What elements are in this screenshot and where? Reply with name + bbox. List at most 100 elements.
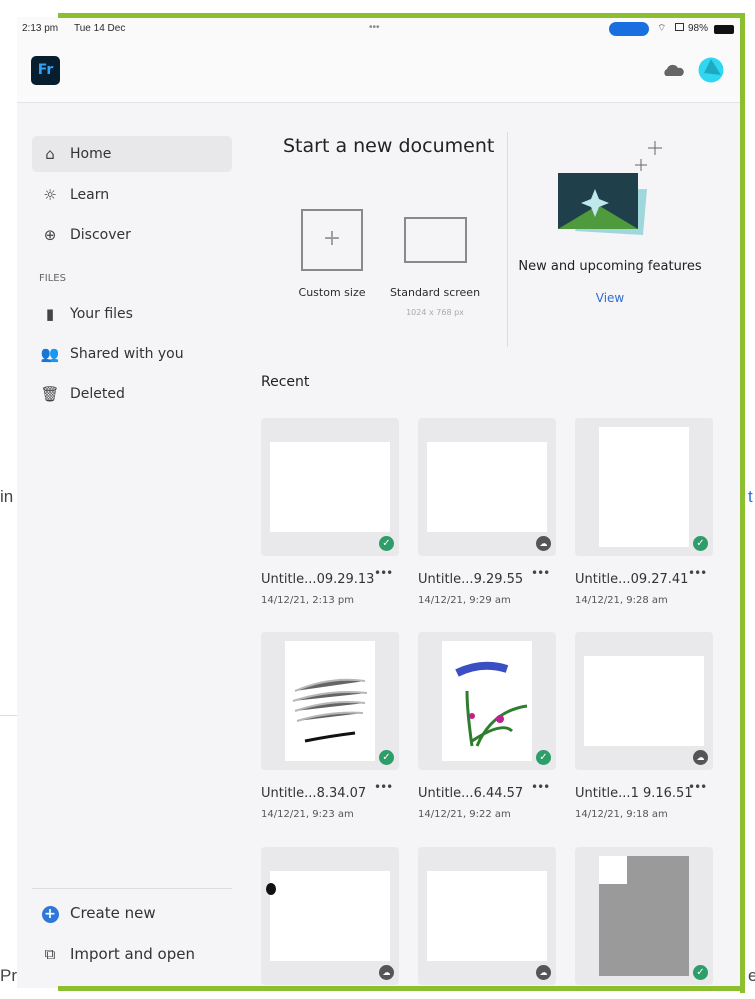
sidebar-item-label: Shared with you (70, 346, 184, 362)
more-options-icon[interactable]: ••• (531, 566, 550, 580)
trash-icon: 🗑 (40, 385, 60, 403)
recent-file-card[interactable]: ☁ (418, 418, 556, 556)
home-icon: ⌂ (45, 145, 55, 163)
sidebar-item-label: Home (70, 146, 112, 162)
synced-check-icon: ✓ (379, 750, 394, 765)
file-icon: ▮ (45, 305, 55, 323)
custom-size-label: Custom size (298, 286, 366, 299)
synced-check-icon: ✓ (379, 536, 394, 551)
file-thumbnail (427, 442, 547, 532)
features-title: New and upcoming features (518, 259, 702, 274)
more-options-icon[interactable]: ••• (688, 566, 707, 580)
import-icon: ⧉ (44, 945, 56, 963)
sidebar-item-shared-with-you[interactable]: 👥 Shared with you (32, 336, 232, 372)
sidebar-item-label: Learn (70, 187, 110, 203)
cloud-status-icon: ☁ (379, 965, 394, 980)
standard-screen-button[interactable] (404, 217, 467, 263)
file-thumbnail (599, 427, 689, 547)
app-header: Fr (17, 45, 742, 103)
file-thumbnail (427, 871, 547, 961)
more-options-icon[interactable]: ••• (688, 780, 707, 794)
sidebar-item-label: Discover (70, 227, 131, 243)
file-thumbnail (442, 641, 532, 761)
battery-icon (714, 25, 734, 34)
highlight-border-right (740, 13, 745, 993)
battery-percent: 98% (688, 23, 709, 34)
avatar[interactable] (698, 57, 724, 83)
synced-check-icon: ✓ (536, 750, 551, 765)
file-date: 14/12/21, 2:13 pm (261, 595, 354, 606)
people-icon: 👥 (40, 345, 60, 363)
file-title: Untitle...09.27.41 (575, 572, 689, 587)
cloud-status-icon: ☁ (536, 536, 551, 551)
sidebar-item-label: Import and open (70, 945, 195, 963)
standard-screen-label: Standard screen (389, 286, 481, 299)
synced-check-icon: ✓ (693, 965, 708, 980)
more-options-icon[interactable]: ••• (531, 780, 550, 794)
file-thumbnail (266, 871, 390, 961)
status-bar: 2:13 pm Tue 14 Dec ••• ⌔ 98% (17, 17, 742, 45)
recent-file-card[interactable]: ✓ (575, 847, 713, 985)
file-thumbnail (584, 656, 704, 746)
create-new-button[interactable]: + Create new (32, 895, 232, 931)
import-and-open-button[interactable]: ⧉ Import and open (32, 936, 232, 972)
background-divider (0, 715, 17, 716)
sidebar-item-deleted[interactable]: 🗑 Deleted (32, 376, 232, 412)
file-date: 14/12/21, 9:23 am (261, 809, 354, 820)
airplay-icon (675, 23, 684, 31)
recent-file-card[interactable]: ✓ (261, 632, 399, 770)
status-time: 2:13 pm (22, 23, 59, 34)
multitask-dots[interactable]: ••• (369, 22, 380, 33)
cloud-icon[interactable] (662, 63, 684, 77)
recent-file-card[interactable]: ☁ (261, 847, 399, 985)
recent-heading: Recent (261, 374, 310, 390)
new-document-title: Start a new document (283, 135, 495, 157)
sidebar-item-learn[interactable]: ☼ Learn (32, 177, 232, 213)
recent-file-card[interactable]: ☁ (418, 847, 556, 985)
features-illustration-icon (558, 141, 662, 235)
file-thumbnail (270, 442, 390, 532)
background-text-bottom-right: e (748, 966, 755, 985)
file-title: Untitle...1 9.16.51 (575, 786, 693, 801)
background-text-right: t (748, 487, 753, 506)
cloud-status-icon: ☁ (693, 750, 708, 765)
recent-file-card[interactable]: ✓ (418, 632, 556, 770)
highlight-border-top (58, 13, 745, 18)
sidebar-item-label: Your files (70, 306, 133, 322)
status-date: Tue 14 Dec (74, 23, 126, 34)
cloud-status-icon: ☁ (536, 965, 551, 980)
files-heading: FILES (39, 273, 66, 284)
sidebar-item-label: Create new (70, 904, 156, 922)
file-thumbnail (599, 856, 689, 976)
sidebar-item-your-files[interactable]: ▮ Your files (32, 296, 232, 332)
background-text-left: in (0, 487, 14, 506)
recent-file-card[interactable]: ✓ (575, 418, 713, 556)
more-options-icon[interactable]: ••• (374, 780, 393, 794)
file-date: 14/12/21, 9:29 am (418, 595, 511, 606)
sidebar-item-label: Deleted (70, 386, 125, 402)
standard-screen-size: 1024 x 768 px (406, 308, 464, 317)
recent-file-card[interactable]: ✓ (261, 418, 399, 556)
lightbulb-icon: ☼ (43, 186, 57, 204)
app-screen: 2:13 pm Tue 14 Dec ••• ⌔ 98% Fr ⌂ Home ☼ L… (17, 17, 742, 988)
file-title: Untitle...9.29.55 (418, 572, 524, 587)
custom-size-button[interactable]: + (301, 209, 363, 271)
sidebar-item-home[interactable]: ⌂ Home (32, 136, 232, 172)
wifi-icon: ⌔ (657, 23, 667, 34)
file-thumbnail (285, 641, 375, 761)
screen-mirroring-icon (609, 22, 649, 36)
features-view-link[interactable]: View (590, 291, 630, 305)
sidebar-divider (32, 888, 232, 889)
sidebar-item-discover[interactable]: ⊕ Discover (32, 217, 232, 253)
file-date: 14/12/21, 9:18 am (575, 809, 668, 820)
more-options-icon[interactable]: ••• (374, 566, 393, 580)
file-title: Untitle...8.34.07 (261, 786, 367, 801)
fresco-logo: Fr (31, 56, 60, 85)
globe-icon: ⊕ (43, 226, 57, 244)
file-date: 14/12/21, 9:28 am (575, 595, 668, 606)
file-title: Untitle...6.44.57 (418, 786, 524, 801)
synced-check-icon: ✓ (693, 536, 708, 551)
recent-file-card[interactable]: ☁ (575, 632, 713, 770)
highlight-border-bottom (58, 986, 745, 991)
file-title: Untitle...09.29.13 (261, 572, 375, 587)
